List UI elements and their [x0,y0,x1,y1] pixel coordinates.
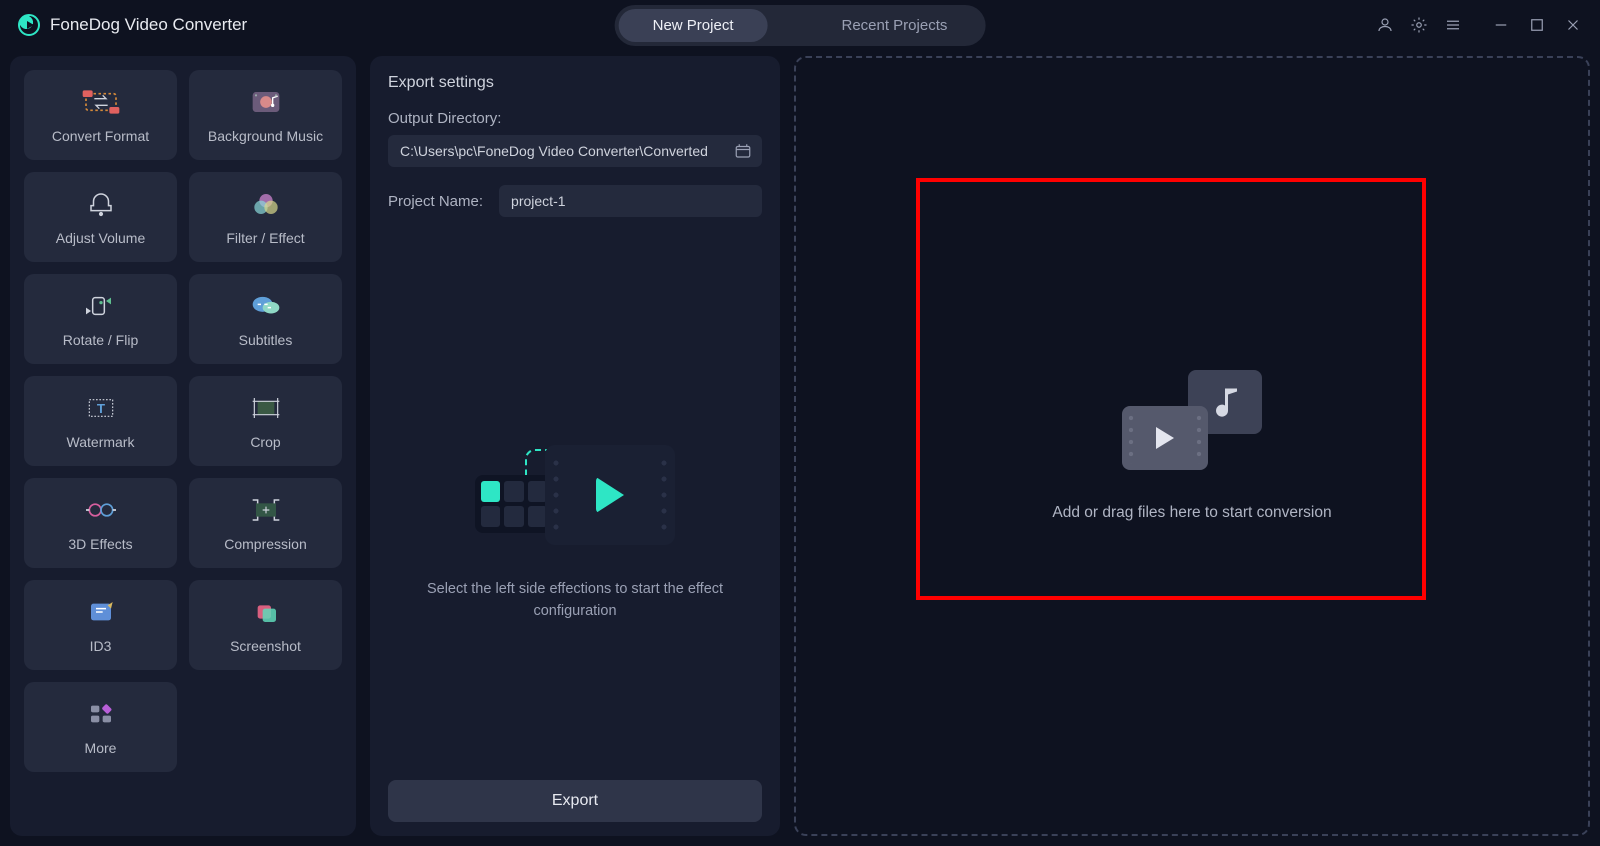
tool-label: 3D Effects [68,536,132,552]
tool-3d-effects[interactable]: 3D Effects [24,478,177,568]
output-directory-label: Output Directory: [388,110,762,127]
tab-recent-projects[interactable]: Recent Projects [807,9,981,42]
drop-zone-inner: Add or drag files here to start conversi… [1052,370,1331,522]
workspace: Convert Format Background Music Adjust V… [0,50,1600,846]
tool-background-music[interactable]: Background Music [189,70,342,160]
file-drop-zone[interactable]: Add or drag files here to start conversi… [794,56,1590,836]
window-minimize-icon[interactable] [1492,16,1510,34]
tool-label: Adjust Volume [56,230,146,246]
tool-label: Rotate / Flip [63,332,138,348]
tool-label: Background Music [208,128,323,144]
browse-folder-icon[interactable] [734,142,752,160]
tool-label: Convert Format [52,128,149,144]
app-logo-icon [18,14,40,36]
drop-zone-graphic [1122,370,1262,470]
settings-gear-icon[interactable] [1410,16,1428,34]
filter-effect-icon [246,188,286,220]
tool-label: More [85,740,117,756]
video-file-icon [1122,406,1208,470]
window-close-icon[interactable] [1564,16,1582,34]
app-title: FoneDog Video Converter [50,15,247,35]
menu-hamburger-icon[interactable] [1444,16,1462,34]
tool-label: Watermark [67,434,135,450]
export-button[interactable]: Export [388,780,762,822]
effect-hint-area: Select the left side effections to start… [388,277,762,780]
project-name-row: Project Name: [388,185,762,217]
project-tabs: New Project Recent Projects [615,5,986,46]
crop-icon [246,392,286,424]
titlebar-right [1376,16,1582,34]
project-name-input[interactable] [499,185,762,217]
tool-label: ID3 [90,638,112,654]
tool-more[interactable]: More [24,682,177,772]
tool-label: Subtitles [239,332,293,348]
tool-label: Compression [224,536,306,552]
subtitles-icon [246,290,286,322]
tool-crop[interactable]: Crop [189,376,342,466]
watermark-icon: T [81,392,121,424]
tool-screenshot[interactable]: Screenshot [189,580,342,670]
id3-icon [81,596,121,628]
drop-zone-text: Add or drag files here to start conversi… [1052,504,1331,522]
effect-hint-text: Select the left side effections to start… [425,579,725,623]
tool-filter-effect[interactable]: Filter / Effect [189,172,342,262]
tool-label: Filter / Effect [226,230,304,246]
svg-text:T: T [96,401,104,416]
rotate-flip-icon [81,290,121,322]
output-directory-input[interactable] [388,135,762,167]
adjust-volume-icon [81,188,121,220]
output-directory-field [388,135,762,167]
tool-watermark[interactable]: T Watermark [24,376,177,466]
tool-compression[interactable]: Compression [189,478,342,568]
account-icon[interactable] [1376,16,1394,34]
project-name-label: Project Name: [388,193,483,210]
tool-label: Screenshot [230,638,301,654]
convert-format-icon [81,86,121,118]
more-icon [81,698,121,730]
three-d-effects-icon [81,494,121,526]
window-controls [1492,16,1582,34]
screenshot-icon [246,596,286,628]
tool-subtitles[interactable]: Subtitles [189,274,342,364]
window-maximize-icon[interactable] [1528,16,1546,34]
effect-hint-graphic [475,435,675,555]
tools-grid: Convert Format Background Music Adjust V… [24,70,342,772]
tool-label: Crop [250,434,280,450]
tool-id3[interactable]: ID3 [24,580,177,670]
play-icon [596,477,624,513]
export-settings-heading: Export settings [388,74,762,92]
title-bar: FoneDog Video Converter New Project Rece… [0,0,1600,50]
tool-rotate-flip[interactable]: Rotate / Flip [24,274,177,364]
export-settings-panel: Export settings Output Directory: Projec… [370,56,780,836]
tab-new-project[interactable]: New Project [619,9,768,42]
tool-convert-format[interactable]: Convert Format [24,70,177,160]
background-music-icon [246,86,286,118]
tools-panel: Convert Format Background Music Adjust V… [10,56,356,836]
titlebar-left: FoneDog Video Converter [18,14,247,36]
compression-icon [246,494,286,526]
tool-adjust-volume[interactable]: Adjust Volume [24,172,177,262]
